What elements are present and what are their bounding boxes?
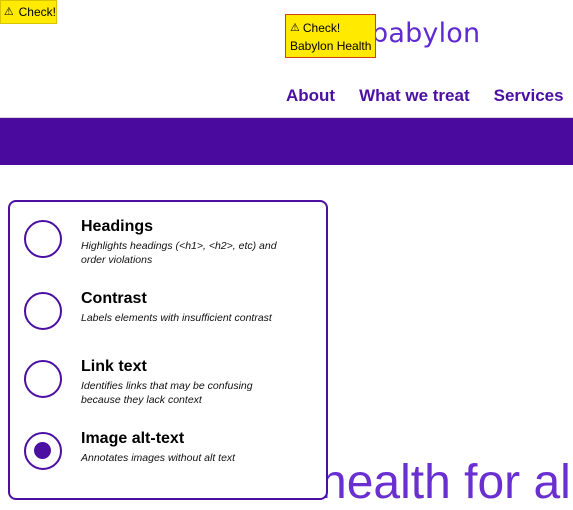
warning-icon: ⚠ xyxy=(290,22,300,34)
option-headings[interactable]: Headings Highlights headings (<h1>, <h2>… xyxy=(24,218,324,267)
check-label: Check! xyxy=(18,5,56,19)
check-title: Check! xyxy=(302,21,341,35)
option-description: Identifies links that may be confusing b… xyxy=(81,380,253,406)
nav-what-we-treat[interactable]: What we treat xyxy=(359,86,470,106)
logo-check-tag: ⚠ Check! Babylon Health xyxy=(285,14,376,58)
headings-radio[interactable] xyxy=(24,220,62,258)
option-title: Link text xyxy=(81,358,147,375)
option-title: Headings xyxy=(81,218,154,235)
babylon-logo[interactable]: babylon xyxy=(371,18,480,49)
option-description: Highlights headings (<h1>, <h2>, etc) an… xyxy=(81,240,277,266)
nav-about[interactable]: About xyxy=(286,86,335,106)
option-contrast[interactable]: Contrast Labels elements with insufficie… xyxy=(24,290,324,330)
image-alt-text-radio[interactable] xyxy=(24,432,62,470)
option-description: Labels elements with insufficient contra… xyxy=(81,312,272,324)
check-warning-tag: ⚠ Check! xyxy=(0,0,57,24)
option-link-text[interactable]: Link text Identifies links that may be c… xyxy=(24,358,324,407)
option-title: Contrast xyxy=(81,290,147,307)
nav-services[interactable]: Services xyxy=(494,86,564,106)
option-description: Annotates images without alt text xyxy=(81,452,236,464)
link-text-radio[interactable] xyxy=(24,360,62,398)
accessibility-panel: Headings Highlights headings (<h1>, <h2>… xyxy=(8,200,328,500)
contrast-radio[interactable] xyxy=(24,292,62,330)
main-navigation: About What we treat Services xyxy=(286,86,564,106)
option-title: Image alt-text xyxy=(81,430,185,447)
option-image-alt-text[interactable]: Image alt-text Annotates images without … xyxy=(24,430,324,470)
check-subtitle: Babylon Health xyxy=(290,39,372,53)
purple-banner xyxy=(0,118,573,165)
hero-heading: health for all xyxy=(320,456,573,509)
warning-icon: ⚠ xyxy=(1,1,17,23)
